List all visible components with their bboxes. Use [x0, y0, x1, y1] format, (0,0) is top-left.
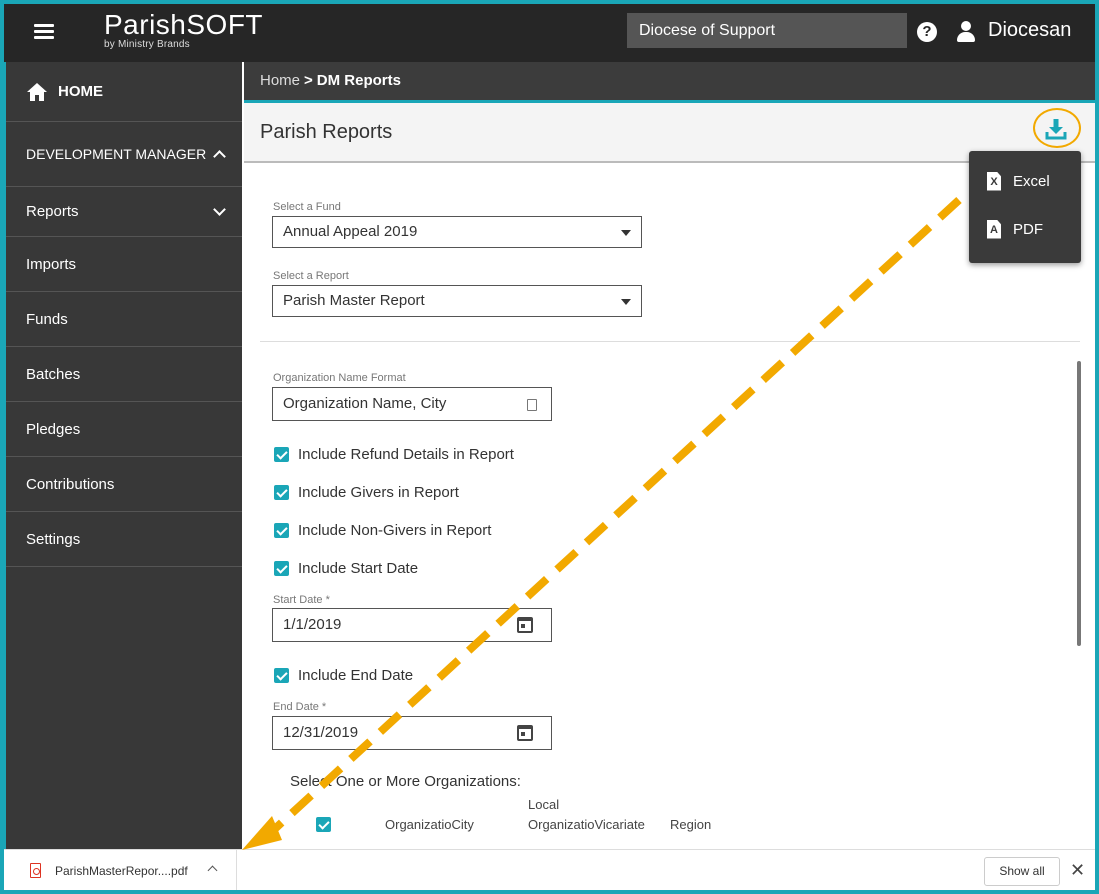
check-start-date[interactable]: Include Start Date [274, 560, 418, 577]
show-all-button[interactable]: Show all [984, 857, 1060, 886]
check-non-givers[interactable]: Include Non-Givers in Report [274, 522, 491, 539]
report-label: Select a Report [273, 270, 349, 282]
checkbox-label: Include Start Date [298, 560, 419, 577]
export-option-label: PDF [1013, 220, 1043, 238]
start-date-value: 1/1/2019 [283, 616, 342, 633]
sidebar-item-settings[interactable]: Settings [6, 512, 242, 567]
fund-select[interactable]: Annual Appeal 2019 [272, 216, 642, 248]
check-refund-details[interactable]: Include Refund Details in Report [274, 446, 514, 463]
breadcrumb: Home > DM Reports [244, 62, 1095, 100]
sidebar-item-funds[interactable]: Funds [6, 292, 242, 347]
chevron-down-icon [213, 202, 226, 216]
sidebar-item-home[interactable]: HOME [6, 62, 242, 122]
chevron-up-icon [213, 150, 226, 163]
sidebar-item-pledges[interactable]: Pledges [6, 402, 242, 457]
form-scrollbar[interactable] [1077, 361, 1081, 646]
sidebar-section-development-manager[interactable]: DEVELOPMENT MANAGER [6, 122, 242, 187]
report-select[interactable]: Parish Master Report [272, 285, 642, 317]
org-select-title: Select One or More Organizations: [290, 773, 521, 790]
check-givers[interactable]: Include Givers in Report [274, 484, 459, 501]
download-button[interactable] [1033, 108, 1081, 148]
download-icon [1045, 119, 1067, 140]
checkbox-label: Include Givers in Report [298, 484, 459, 501]
calendar-icon[interactable] [517, 725, 533, 741]
logo: ParishSOFT by Ministry Brands [104, 8, 263, 50]
caret-down-icon [621, 230, 631, 236]
page-title: Parish Reports [260, 121, 393, 143]
report-select-value: Parish Master Report [283, 292, 425, 309]
home-icon [27, 82, 47, 101]
sidebar-item-label: Pledges [26, 420, 81, 438]
sidebar-home-label: HOME [58, 83, 103, 100]
sidebar-item-batches[interactable]: Batches [6, 347, 242, 402]
sidebar-item-imports[interactable]: Imports [6, 237, 242, 292]
breadcrumb-home-link[interactable]: Home [260, 72, 300, 89]
org-format-label: Organization Name Format [273, 372, 406, 384]
report-form: Select a Fund Annual Appeal 2019 Select … [244, 165, 1095, 849]
checkbox-label: Include End Date [298, 667, 414, 684]
sidebar-item-contributions[interactable]: Contributions [6, 457, 242, 512]
sidebar-section-label: DEVELOPMENT MANAGER [26, 146, 207, 162]
org-format-value: Organization Name, City [283, 395, 447, 412]
fund-label: Select a Fund [273, 201, 341, 213]
column-header-local-line1[interactable]: Local [528, 797, 559, 812]
column-header-vicariate[interactable]: OrganizatioVicariate [528, 817, 645, 832]
sidebar: HOME DEVELOPMENT MANAGER Reports Imports… [4, 62, 242, 849]
end-date-field[interactable]: 12/31/2019 [272, 716, 552, 750]
checkbox-checked-icon[interactable] [274, 523, 289, 538]
hamburger-menu-icon[interactable] [34, 24, 54, 40]
downloaded-file-name: ParishMasterRepor....pdf [55, 863, 188, 878]
column-header-region[interactable]: Region [670, 817, 711, 832]
checkbox-checked-icon[interactable] [316, 817, 331, 832]
downloaded-file-item[interactable]: ParishMasterRepor....pdf [4, 850, 237, 890]
checkbox-checked-icon[interactable] [274, 447, 289, 462]
chevron-up-icon[interactable] [207, 865, 218, 876]
checkbox-checked-icon[interactable] [274, 485, 289, 500]
org-format-field[interactable]: Organization Name, City [272, 387, 552, 421]
excel-file-icon: X [987, 171, 1001, 191]
sidebar-item-label: Funds [26, 310, 68, 328]
sidebar-item-reports[interactable]: Reports [6, 187, 242, 237]
start-date-field[interactable]: 1/1/2019 [272, 608, 552, 642]
app-window: ParishSOFT by Ministry Brands Diocese of… [4, 4, 1095, 890]
pdf-icon [30, 863, 41, 878]
pdf-file-icon: A [987, 219, 1001, 239]
end-date-label: End Date * [273, 701, 327, 713]
caret-down-icon [621, 299, 631, 305]
select-all-orgs-checkbox[interactable] [316, 817, 340, 832]
end-date-value: 12/31/2019 [283, 724, 359, 741]
download-bar: ParishMasterRepor....pdf Show all ✕ [4, 849, 1095, 890]
section-divider [260, 341, 1080, 342]
contact-card-icon [527, 399, 537, 411]
fund-select-value: Annual Appeal 2019 [283, 223, 418, 240]
close-icon[interactable]: ✕ [1070, 860, 1085, 880]
help-icon[interactable]: ? [917, 22, 937, 42]
export-pdf-option[interactable]: A PDF [969, 205, 1081, 253]
checkbox-label: Include Non-Givers in Report [298, 522, 492, 539]
export-option-label: Excel [1013, 172, 1050, 190]
diocese-selector[interactable]: Diocese of Support [627, 13, 907, 48]
breadcrumb-current: DM Reports [316, 72, 401, 89]
column-header-city[interactable]: OrganizatioCity [385, 817, 474, 832]
check-end-date[interactable]: Include End Date [274, 667, 413, 684]
sidebar-item-label: Imports [26, 255, 77, 273]
checkbox-label: Include Refund Details in Report [298, 446, 514, 463]
page-header: Parish Reports [244, 103, 1095, 163]
export-menu: X Excel A PDF [969, 151, 1081, 263]
checkbox-checked-icon[interactable] [274, 668, 289, 683]
breadcrumb-separator: > [304, 72, 313, 89]
sidebar-item-label: Settings [26, 530, 81, 548]
sidebar-item-label: Contributions [26, 475, 115, 493]
sidebar-item-label: Reports [26, 203, 79, 220]
checkbox-checked-icon[interactable] [274, 561, 289, 576]
logo-text: ParishSOFT [104, 9, 264, 40]
top-bar: ParishSOFT by Ministry Brands Diocese of… [4, 4, 1095, 62]
start-date-label: Start Date * [273, 594, 330, 606]
export-excel-option[interactable]: X Excel [969, 157, 1081, 205]
calendar-icon[interactable] [517, 617, 533, 633]
sidebar-item-label: Batches [26, 365, 81, 383]
user-icon[interactable] [956, 21, 976, 43]
user-name[interactable]: Diocesan [988, 19, 1071, 42]
